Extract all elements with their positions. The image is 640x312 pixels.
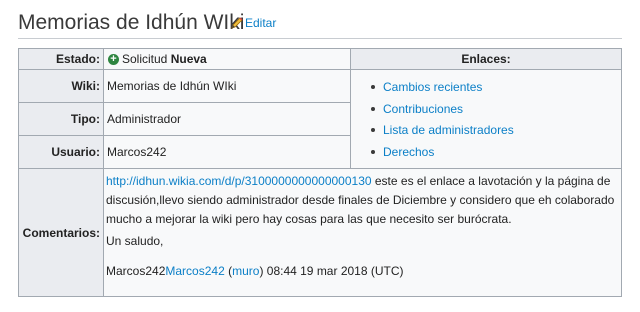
tipo-value: Administrador bbox=[103, 102, 351, 136]
comment-paragraph: http://idhun.wikia.com/d/p/3100000000000… bbox=[106, 172, 617, 229]
comentarios-label: Comentarios: bbox=[18, 168, 104, 297]
signature-date: ) 08:44 19 mar 2018 (UTC) bbox=[259, 264, 404, 278]
pencil-icon bbox=[231, 17, 243, 29]
link-admin-list[interactable]: Lista de administradores bbox=[371, 122, 621, 144]
signature: Marcos242Marcos242 (muro) 08:44 19 mar 2… bbox=[106, 262, 617, 281]
signature-name: Marcos242 bbox=[106, 264, 166, 278]
enlaces-label: Enlaces: bbox=[350, 48, 622, 70]
page-header: Memorias de Idhún WIki Editar bbox=[18, 11, 622, 39]
link-recent-changes[interactable]: Cambios recientes bbox=[371, 79, 621, 101]
usuario-value: Marcos242 bbox=[103, 135, 351, 169]
signature-wall-link[interactable]: muro bbox=[232, 264, 259, 278]
links-list: Cambios recientes Contribuciones Lista d… bbox=[351, 70, 621, 165]
link-contributions[interactable]: Contribuciones bbox=[371, 101, 621, 123]
comment-body: http://idhun.wikia.com/d/p/3100000000000… bbox=[103, 168, 622, 297]
estado-status: Nueva bbox=[170, 52, 207, 66]
edit-label: Editar bbox=[245, 16, 277, 30]
discussion-url-link[interactable]: http://idhun.wikia.com/d/p/3100000000000… bbox=[106, 174, 372, 188]
request-table: Estado: + Solicitud Nueva Enlaces: Wiki:… bbox=[18, 48, 622, 297]
comment-greeting: Un saludo, bbox=[106, 234, 164, 248]
estado-prefix: Solicitud bbox=[122, 52, 171, 66]
estado-value: + Solicitud Nueva bbox=[103, 48, 351, 70]
wiki-label: Wiki: bbox=[18, 69, 104, 103]
tipo-label: Tipo: bbox=[18, 102, 104, 136]
plus-circle-icon: + bbox=[108, 53, 119, 65]
signature-user-link[interactable]: Marcos242 bbox=[165, 264, 224, 278]
page-title: Memorias de Idhún WIki bbox=[18, 11, 245, 34]
usuario-label: Usuario: bbox=[18, 135, 104, 169]
edit-link[interactable]: Editar bbox=[230, 16, 276, 30]
estado-label: Estado: bbox=[18, 48, 104, 70]
link-rights[interactable]: Derechos bbox=[371, 144, 621, 166]
signature-open: ( bbox=[224, 264, 233, 278]
links-cell: Cambios recientes Contribuciones Lista d… bbox=[350, 69, 622, 169]
wiki-value: Memorias de Idhún WIki bbox=[103, 69, 351, 103]
